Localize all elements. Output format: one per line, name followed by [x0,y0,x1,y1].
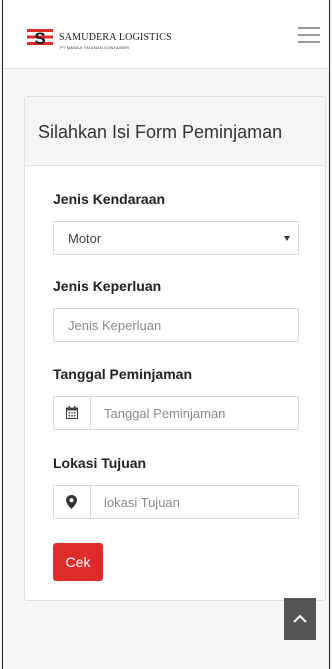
tanggal-addon [54,397,91,429]
logo-mark-icon: S [27,29,53,48]
hamburger-icon[interactable] [298,27,320,45]
jenis-keperluan-input[interactable]: Jenis Keperluan [53,308,299,342]
chevron-up-icon [293,614,307,623]
card-header: Silahkan Isi Form Peminjaman [25,97,325,166]
map-marker-icon [66,495,77,509]
form-title: Silahkan Isi Form Peminjaman [38,122,283,142]
lokasi-addon [54,486,91,518]
lokasi-tujuan-placeholder: lokasi Tujuan [104,495,180,510]
tanggal-peminjaman-label: Tanggal Peminjaman [53,366,192,382]
scroll-top-button[interactable] [284,598,316,640]
jenis-keperluan-label: Jenis Keperluan [53,278,162,294]
brand-subtitle: PT MASAJI TATANAN CONTAINER [60,45,130,50]
form-card: Silahkan Isi Form Peminjaman Jenis Kenda… [24,96,326,601]
lokasi-tujuan-label: Lokasi Tujuan [53,455,147,471]
lokasi-tujuan-input[interactable]: lokasi Tujuan [53,485,299,519]
jenis-keperluan-placeholder: Jenis Keperluan [68,318,162,333]
cek-button[interactable]: Cek [53,543,103,581]
jenis-kendaraan-value: Motor [68,231,102,246]
brand-name: SAMUDERA LOGISTICS [59,32,172,43]
jenis-kendaraan-select[interactable]: Motor [53,221,299,255]
logo-letter: S [34,29,45,48]
calendar-icon [66,406,78,419]
tanggal-peminjaman-input[interactable]: Tanggal Peminjaman [53,396,299,430]
jenis-kendaraan-label: Jenis Kendaraan [53,191,166,207]
tanggal-peminjaman-placeholder: Tanggal Peminjaman [104,406,226,421]
caret-down-icon [284,236,290,241]
navbar: S SAMUDERA LOGISTICS PT MASAJI TATANAN C… [3,0,329,69]
